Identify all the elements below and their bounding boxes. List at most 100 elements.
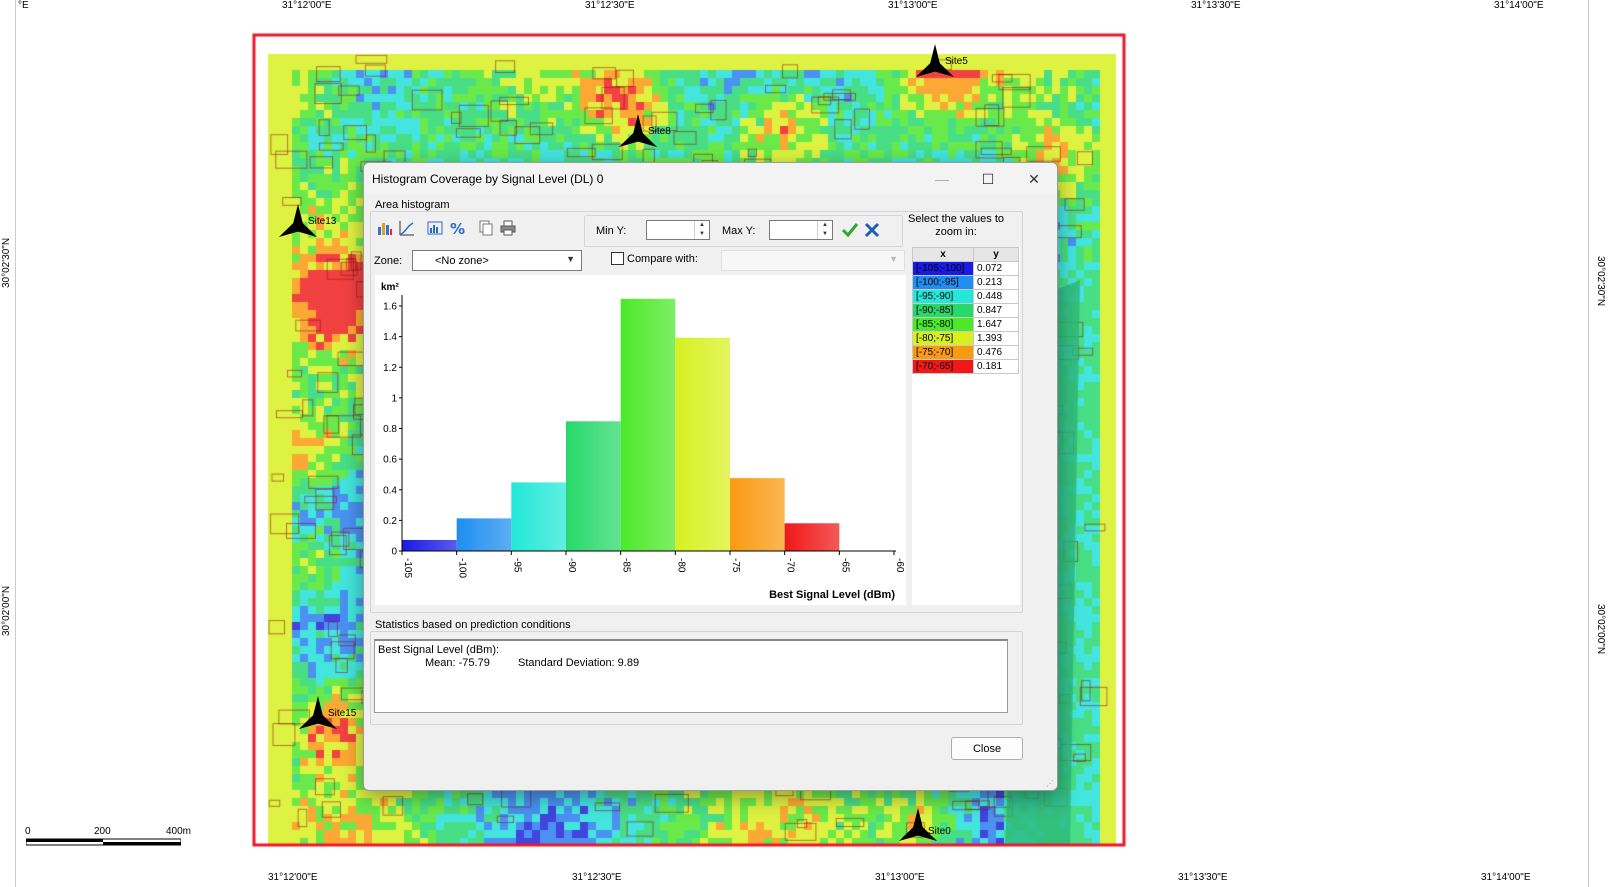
y-tick-label: 0.4 bbox=[383, 485, 397, 496]
coord-bottom-4: 31°13'30"E bbox=[1178, 872, 1228, 883]
min-y-input[interactable]: ▲ ▼ bbox=[646, 220, 710, 240]
histogram-bar[interactable] bbox=[730, 478, 785, 551]
minimize-button[interactable]: — bbox=[919, 163, 965, 195]
table-row[interactable]: [-70;-65] 0.181 bbox=[912, 359, 1019, 374]
max-y-label: Max Y: bbox=[722, 225, 756, 237]
scale-label-400: 400m bbox=[166, 826, 192, 837]
compare-checkbox[interactable] bbox=[611, 252, 624, 265]
y-axis-unit: km² bbox=[381, 282, 399, 293]
scale-bar bbox=[26, 838, 181, 846]
stats-std: Standard Deviation: 9.89 bbox=[518, 657, 640, 669]
copy-icon[interactable] bbox=[477, 219, 495, 237]
table-row[interactable]: [-80;-75] 1.393 bbox=[912, 331, 1019, 346]
table-cell-y[interactable]: 0.072 bbox=[973, 261, 1019, 276]
stats-mean: Mean: -75.79 bbox=[425, 657, 490, 669]
table-row[interactable]: [-85;-80] 1.647 bbox=[912, 317, 1019, 332]
histogram-bar[interactable] bbox=[402, 539, 457, 551]
y-tick-label: 0.8 bbox=[383, 424, 397, 435]
bar-chart-icon[interactable] bbox=[376, 219, 394, 237]
table-header-y[interactable]: y bbox=[973, 247, 1019, 262]
histogram-bar[interactable] bbox=[620, 298, 676, 551]
xy-table-panel[interactable]: x y [-105;-100] 0.072 [-100;-95] 0.213 [-95;… bbox=[912, 247, 1020, 605]
max-y-input[interactable]: ▲ ▼ bbox=[769, 220, 833, 240]
y-tick-label: 0.6 bbox=[383, 455, 397, 466]
table-cell-y[interactable]: 0.448 bbox=[973, 289, 1019, 304]
compare-select[interactable]: ▼ bbox=[721, 250, 905, 271]
x-axis-title: Best Signal Level (dBm) bbox=[769, 589, 895, 601]
coord-bottom-5: 31°14'00"E bbox=[1481, 872, 1531, 883]
stats-metric: Best Signal Level (dBm): bbox=[378, 644, 500, 656]
site-marker[interactable]: Site5 bbox=[913, 44, 968, 81]
x-tick-label: -100 bbox=[457, 558, 468, 578]
apply-check-icon[interactable] bbox=[841, 221, 859, 239]
print-icon[interactable] bbox=[499, 219, 517, 237]
table-cell-x[interactable]: [-85;-80] bbox=[912, 317, 974, 332]
table-cell-x[interactable]: [-100;-95] bbox=[912, 275, 974, 290]
histogram-bar[interactable] bbox=[675, 337, 730, 551]
ruler-left bbox=[0, 0, 16, 887]
site-marker[interactable]: Site8 bbox=[616, 114, 671, 151]
close-button[interactable]: Close bbox=[951, 737, 1023, 760]
table-row[interactable]: [-75;-70] 0.476 bbox=[912, 345, 1019, 360]
site-marker[interactable]: Site13 bbox=[276, 204, 337, 241]
maximize-button[interactable]: ☐ bbox=[965, 163, 1011, 195]
scale-label-200: 200 bbox=[94, 826, 111, 837]
site-label: Site0 bbox=[928, 826, 951, 837]
svg-text:%: % bbox=[450, 220, 465, 236]
table-cell-y[interactable]: 0.181 bbox=[973, 359, 1019, 374]
histogram-bar[interactable] bbox=[566, 421, 621, 551]
coord-top-1: 31°12'00"E bbox=[282, 0, 332, 11]
close-window-button[interactable]: ✕ bbox=[1011, 163, 1057, 195]
x-tick-label: -95 bbox=[511, 558, 522, 573]
coord-top-0: °E bbox=[18, 0, 29, 11]
min-y-spinner[interactable]: ▲ ▼ bbox=[694, 221, 709, 239]
table-cell-x[interactable]: [-80;-75] bbox=[912, 331, 974, 346]
table-cell-y[interactable]: 0.213 bbox=[973, 275, 1019, 290]
percent-icon[interactable]: % bbox=[448, 219, 466, 237]
coord-right-2: 30°02'00"N bbox=[1595, 604, 1606, 655]
table-cell-x[interactable]: [-105;-100] bbox=[912, 261, 974, 276]
dialog-titlebar[interactable]: Histogram Coverage by Signal Level (DL) … bbox=[364, 163, 1057, 195]
resize-grip-icon[interactable]: ⋰ bbox=[1046, 779, 1054, 788]
coord-bottom-2: 31°12'30"E bbox=[572, 872, 622, 883]
table-header-x[interactable]: x bbox=[912, 247, 974, 262]
stats-text-box[interactable]: Best Signal Level (dBm): Mean: -75.79 St… bbox=[374, 639, 1008, 713]
histogram-bar[interactable] bbox=[784, 523, 840, 551]
xy-table[interactable]: x y [-105;-100] 0.072 [-100;-95] 0.213 [-95;… bbox=[912, 247, 1019, 374]
histogram-chart[interactable]: km² Best Signal Level (dBm) 0 0.2 0.4 0.6 0.… bbox=[375, 275, 906, 605]
coord-bottom-3: 31°13'00"E bbox=[875, 872, 925, 883]
histogram-chart-panel[interactable]: km² Best Signal Level (dBm) 0 0.2 0.4 0.6 0.… bbox=[375, 275, 906, 605]
x-tick-label: -90 bbox=[566, 558, 577, 573]
table-cell-y[interactable]: 0.847 bbox=[973, 303, 1019, 318]
histogram-bar[interactable] bbox=[511, 482, 566, 551]
table-cell-x[interactable]: [-75;-70] bbox=[912, 345, 974, 360]
table-cell-x[interactable]: [-70;-65] bbox=[912, 359, 974, 374]
table-cell-x[interactable]: [-90;-85] bbox=[912, 303, 974, 318]
max-y-spinner[interactable]: ▲ ▼ bbox=[817, 221, 832, 239]
table-row[interactable]: [-100;-95] 0.213 bbox=[912, 275, 1019, 290]
ruler-right bbox=[1588, 0, 1608, 887]
coord-top-5: 31°14'00"E bbox=[1494, 0, 1544, 11]
table-row[interactable]: [-90;-85] 0.847 bbox=[912, 303, 1019, 318]
table-cell-y[interactable]: 1.393 bbox=[973, 331, 1019, 346]
site-label: Site15 bbox=[328, 708, 357, 719]
cancel-x-icon[interactable] bbox=[863, 221, 881, 239]
x-tick-label: -70 bbox=[785, 558, 796, 573]
x-tick-label: -80 bbox=[675, 558, 686, 573]
area-histogram-label: Area histogram bbox=[373, 199, 452, 211]
table-cell-y[interactable]: 0.476 bbox=[973, 345, 1019, 360]
x-tick-label: -60 bbox=[894, 558, 905, 573]
table-cell-x[interactable]: [-95;-90] bbox=[912, 289, 974, 304]
min-y-label: Min Y: bbox=[596, 225, 627, 237]
zone-select[interactable]: <No zone> ▼ bbox=[412, 250, 582, 271]
table-row[interactable]: [-95;-90] 0.448 bbox=[912, 289, 1019, 304]
chart-settings-icon[interactable] bbox=[426, 219, 444, 237]
chevron-down-icon: ▼ bbox=[566, 254, 575, 264]
site-marker[interactable]: Site0 bbox=[896, 808, 951, 845]
table-row[interactable]: [-105;-100] 0.072 bbox=[912, 261, 1019, 276]
chevron-down-icon: ▼ bbox=[889, 254, 898, 264]
table-cell-y[interactable]: 1.647 bbox=[973, 317, 1019, 332]
site-marker[interactable]: Site15 bbox=[296, 696, 357, 733]
histogram-bar[interactable] bbox=[456, 518, 512, 551]
cumulative-curve-icon[interactable] bbox=[398, 219, 416, 237]
